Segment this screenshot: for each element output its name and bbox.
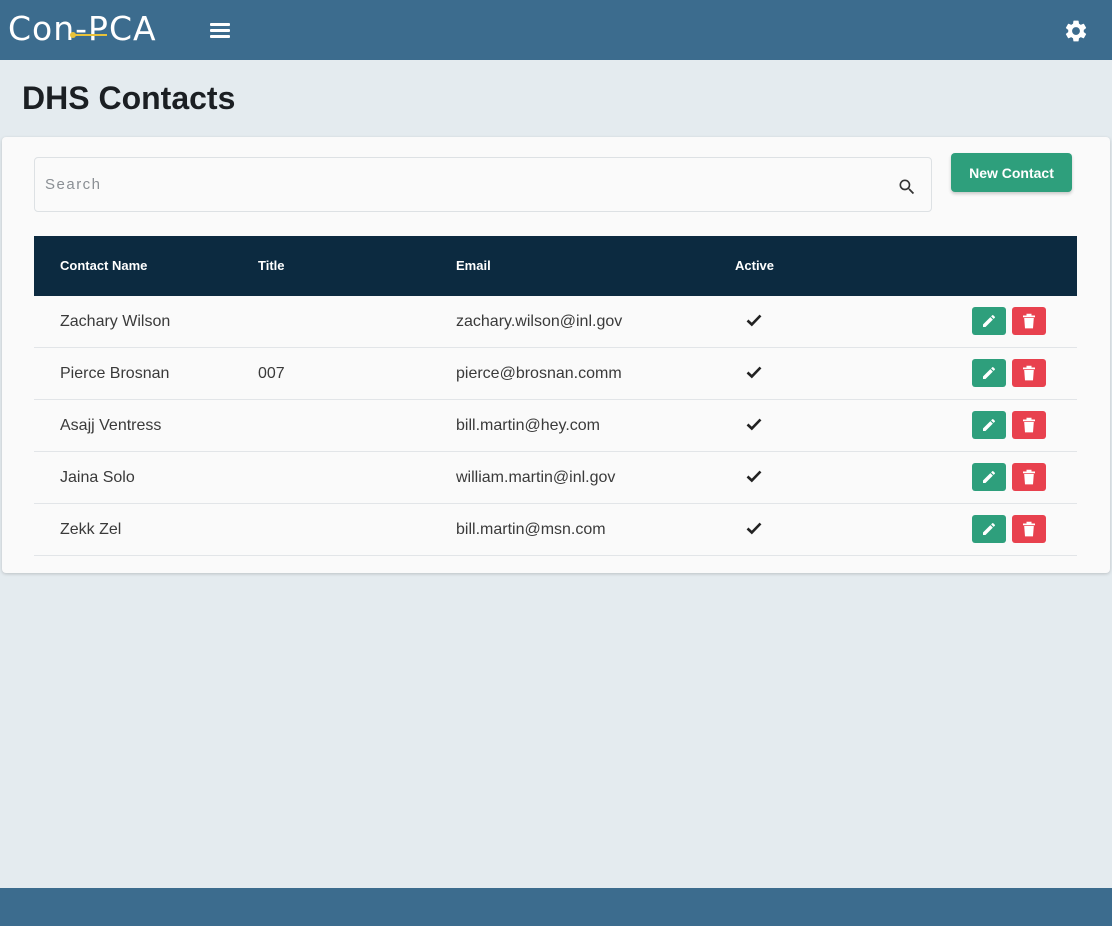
trash-icon bbox=[1023, 417, 1035, 433]
contact-name-cell: Pierce Brosnan bbox=[60, 365, 170, 382]
trash-icon bbox=[1023, 521, 1035, 537]
footer-bar bbox=[0, 888, 1112, 926]
trash-icon bbox=[1023, 365, 1035, 381]
contact-name-cell: Zekk Zel bbox=[60, 521, 122, 538]
contact-name-cell: Jaina Solo bbox=[60, 469, 135, 486]
email-cell: bill.martin@hey.com bbox=[456, 417, 600, 434]
gear-icon[interactable] bbox=[1063, 18, 1089, 44]
checkmark-icon bbox=[746, 313, 762, 327]
checkmark-icon bbox=[746, 521, 762, 535]
app-logo[interactable]: Con-PCA bbox=[8, 8, 157, 48]
contacts-card: New Contact Contact Name Title Email Act… bbox=[2, 137, 1110, 573]
page-title: DHS Contacts bbox=[22, 80, 236, 116]
header-contact-name[interactable]: Contact Name bbox=[60, 258, 147, 273]
edit-button[interactable] bbox=[972, 359, 1006, 387]
search-field[interactable] bbox=[34, 157, 932, 212]
edit-button[interactable] bbox=[972, 307, 1006, 335]
delete-button[interactable] bbox=[1012, 307, 1046, 335]
email-cell: william.martin@inl.gov bbox=[456, 469, 616, 486]
email-cell: pierce@brosnan.comm bbox=[456, 365, 622, 382]
table-row: Zekk Zel bill.martin@msn.com bbox=[34, 504, 1077, 556]
delete-button[interactable] bbox=[1012, 515, 1046, 543]
edit-button[interactable] bbox=[972, 463, 1006, 491]
pencil-icon bbox=[983, 522, 996, 535]
pencil-icon bbox=[983, 470, 996, 483]
delete-button[interactable] bbox=[1012, 411, 1046, 439]
logo-text: Con-PCA bbox=[8, 8, 157, 48]
email-cell: zachary.wilson@inl.gov bbox=[456, 313, 623, 330]
header-email[interactable]: Email bbox=[456, 258, 491, 273]
header-title[interactable]: Title bbox=[258, 258, 285, 273]
contact-name-cell: Zachary Wilson bbox=[60, 313, 171, 330]
table-row: Jaina Solo william.martin@inl.gov bbox=[34, 452, 1077, 504]
trash-icon bbox=[1023, 313, 1035, 329]
checkmark-icon bbox=[746, 469, 762, 483]
table-row: Zachary Wilson zachary.wilson@inl.gov bbox=[34, 296, 1077, 348]
trash-icon bbox=[1023, 469, 1035, 485]
logo-accent-dot bbox=[70, 32, 76, 38]
new-contact-button[interactable]: New Contact bbox=[951, 153, 1072, 192]
checkmark-icon bbox=[746, 417, 762, 431]
pencil-icon bbox=[983, 418, 996, 431]
edit-button[interactable] bbox=[972, 515, 1006, 543]
table-header: Contact Name Title Email Active bbox=[34, 236, 1077, 296]
header-active[interactable]: Active bbox=[735, 258, 774, 273]
table-row: Pierce Brosnan 007 pierce@brosnan.comm bbox=[34, 348, 1077, 400]
top-navbar: Con-PCA bbox=[0, 0, 1112, 60]
search-input[interactable] bbox=[45, 158, 885, 211]
pencil-icon bbox=[983, 366, 996, 379]
table-row: Asajj Ventress bill.martin@hey.com bbox=[34, 400, 1077, 452]
delete-button[interactable] bbox=[1012, 359, 1046, 387]
logo-accent-line bbox=[71, 34, 107, 36]
search-icon[interactable] bbox=[897, 177, 917, 197]
checkmark-icon bbox=[746, 365, 762, 379]
edit-button[interactable] bbox=[972, 411, 1006, 439]
email-cell: bill.martin@msn.com bbox=[456, 521, 606, 538]
pencil-icon bbox=[983, 314, 996, 327]
contact-name-cell: Asajj Ventress bbox=[60, 417, 162, 434]
hamburger-menu-icon[interactable] bbox=[208, 20, 232, 42]
title-cell: 007 bbox=[258, 365, 285, 382]
delete-button[interactable] bbox=[1012, 463, 1046, 491]
